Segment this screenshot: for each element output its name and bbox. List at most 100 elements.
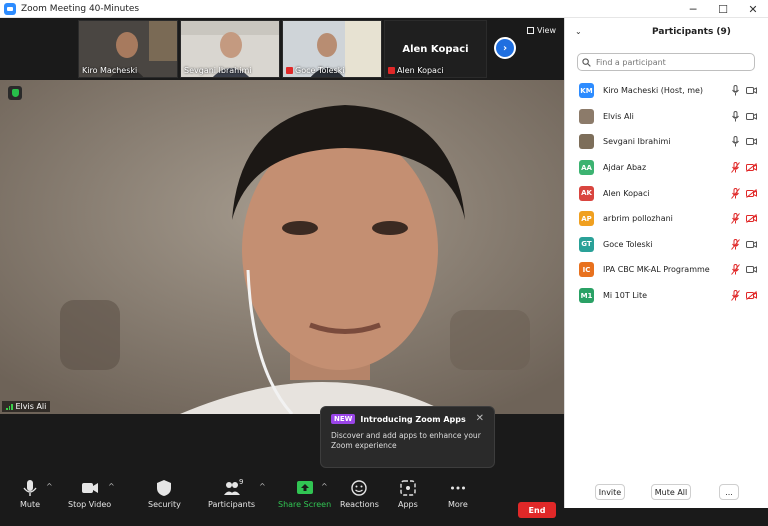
microphone-icon (23, 480, 37, 496)
popup-title: Introducing Zoom Apps (360, 414, 466, 424)
audio-options-caret[interactable]: ^ (46, 482, 53, 491)
video-thumbnail[interactable]: Sevgani Ibrahimi (180, 20, 280, 78)
meeting-toolbar: Mute ^ Stop Video ^ Security Participant… (0, 473, 564, 526)
avatar: AA (579, 160, 594, 176)
muted-microphone-icon[interactable] (731, 238, 740, 250)
minimize-button[interactable]: ─ (678, 0, 708, 18)
search-input[interactable] (594, 56, 744, 68)
muted-microphone-icon[interactable] (731, 187, 740, 199)
participant-name: Alen Kopaci (603, 188, 650, 198)
participant-name: arbrim pollozhani (603, 214, 673, 224)
participant-name: Goce Toleski (603, 239, 653, 249)
speaker-video-icon (0, 80, 564, 414)
avatar: IC (579, 262, 594, 278)
mute-all-button[interactable]: Mute All (651, 484, 691, 500)
video-thumbnail[interactable]: Kiro Macheski (78, 20, 178, 78)
video-thumbnail[interactable]: Alen Kopaci Alen Kopaci (384, 20, 487, 78)
shield-icon (157, 480, 172, 496)
next-page-button[interactable]: › (494, 37, 516, 59)
video-off-icon[interactable] (746, 163, 757, 172)
more-button[interactable]: More (448, 479, 468, 509)
muted-microphone-icon[interactable] (731, 213, 740, 225)
zoom-icon (4, 2, 16, 15)
avatar: AP (579, 211, 594, 227)
participant-row[interactable]: GT Goce Toleski (565, 232, 768, 258)
search-icon (582, 57, 591, 67)
participants-options-caret[interactable]: ^ (259, 482, 266, 491)
view-button[interactable]: View (527, 26, 556, 35)
participant-search[interactable] (577, 53, 755, 71)
maximize-button[interactable]: ☐ (708, 0, 738, 18)
reactions-button[interactable]: Reactions (340, 479, 379, 509)
window-controls: ─ ☐ ✕ (678, 0, 768, 18)
thumbnail-name: Goce Toleski (286, 66, 345, 75)
microphone-icon[interactable] (731, 85, 740, 96)
popup-body: Discover and add apps to enhance your Zo… (331, 431, 481, 451)
stop-video-button[interactable]: Stop Video (68, 479, 111, 509)
participant-row[interactable]: M1 Mi 10T Lite (565, 283, 768, 309)
participant-row[interactable]: AK Alen Kopaci (565, 180, 768, 206)
participant-row[interactable]: Sevgani Ibrahimi (565, 129, 768, 155)
microphone-icon[interactable] (731, 110, 740, 122)
video-options-caret[interactable]: ^ (108, 482, 115, 491)
video-camera-icon[interactable] (746, 265, 757, 274)
muted-microphone-icon[interactable] (731, 290, 740, 301)
participant-name: Sevgani Ibrahimi (603, 137, 671, 147)
avatar: AK (579, 185, 594, 201)
participants-panel: ⌄ Participants (9) KM Kiro Macheski (Host… (564, 18, 768, 508)
video-off-icon[interactable] (746, 188, 757, 198)
popup-close-button[interactable]: ✕ (476, 413, 484, 424)
video-off-icon[interactable] (746, 291, 757, 300)
thumbnail-display-name: Alen Kopaci (402, 43, 469, 55)
share-options-caret[interactable]: ^ (321, 482, 328, 491)
thumbnail-strip: Kiro Macheski Sevgani Ibrahimi Goce Tole… (0, 18, 564, 80)
main-video[interactable]: Elvis Ali (0, 80, 564, 414)
participant-list: KM Kiro Macheski (Host, me) Elvis Ali Sevga… (565, 78, 768, 308)
grid-icon (527, 27, 535, 34)
more-dots-icon (450, 486, 465, 490)
invite-button[interactable]: Invite (595, 484, 625, 500)
muted-microphone-icon[interactable] (731, 264, 740, 276)
video-camera-icon[interactable] (746, 86, 757, 95)
zoom-apps-popup: NEW Introducing Zoom Apps ✕ Discover and… (320, 406, 495, 468)
encryption-shield-icon[interactable] (8, 86, 22, 100)
participant-row[interactable]: AA Ajdar Abaz (565, 155, 768, 181)
muted-microphone-icon[interactable] (731, 162, 740, 173)
video-camera-icon (81, 483, 98, 493)
microphone-icon[interactable] (731, 136, 740, 147)
title-bar: Zoom Meeting 40-Minutes ─ ☐ ✕ (0, 0, 768, 18)
smiley-icon (351, 480, 368, 496)
participant-row[interactable]: KM Kiro Macheski (Host, me) (565, 78, 768, 104)
participants-icon (223, 482, 240, 495)
avatar (579, 134, 594, 150)
participant-name: Ajdar Abaz (603, 163, 647, 173)
avatar: M1 (579, 288, 594, 304)
mute-button[interactable]: Mute (20, 479, 40, 509)
panel-title: Participants (9) (652, 27, 731, 37)
video-camera-icon[interactable] (746, 240, 757, 249)
share-screen-icon (296, 481, 313, 494)
panel-footer: Invite Mute All ... (565, 482, 768, 504)
signal-bars-icon (6, 403, 13, 410)
collapse-panel-button[interactable]: ⌄ (575, 27, 582, 36)
close-button[interactable]: ✕ (738, 0, 768, 18)
video-off-icon[interactable] (746, 214, 757, 224)
participant-name: Elvis Ali (603, 111, 634, 121)
participants-button[interactable]: Participants (208, 479, 255, 509)
panel-more-button[interactable]: ... (719, 484, 739, 500)
participant-name: IPA CBC MK-AL Programme (603, 265, 710, 275)
video-camera-icon[interactable] (746, 112, 757, 121)
muted-mic-icon (286, 67, 293, 74)
end-meeting-button[interactable]: End (518, 502, 556, 518)
thumbnail-name: Alen Kopaci (388, 66, 444, 75)
video-thumbnail[interactable]: Goce Toleski (282, 20, 382, 78)
participant-row[interactable]: IC IPA CBC MK-AL Programme (565, 257, 768, 283)
participant-name: Mi 10T Lite (603, 291, 648, 301)
security-button[interactable]: Security (148, 479, 181, 509)
apps-button[interactable]: Apps (398, 479, 418, 509)
video-camera-icon[interactable] (746, 137, 757, 146)
participant-row[interactable]: Elvis Ali (565, 104, 768, 130)
apps-icon (400, 480, 416, 496)
participant-row[interactable]: AP arbrim pollozhani (565, 206, 768, 232)
participant-name: Kiro Macheski (Host, me) (603, 86, 704, 96)
